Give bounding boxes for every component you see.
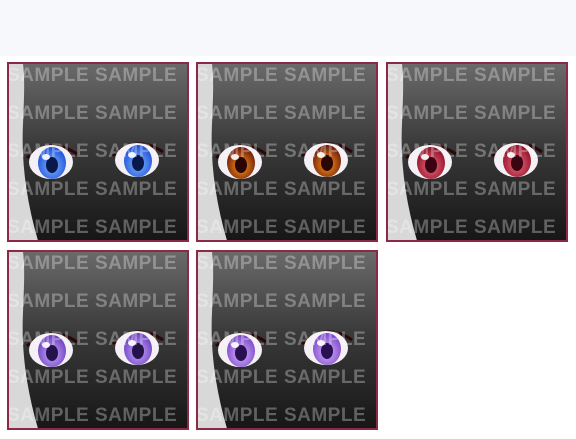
highlight (231, 342, 239, 348)
highlight (317, 152, 325, 158)
eye-thumbnail-grid: SAMPLE SAMPLE SAMPLE SAMPLE SAMPLE SAMPLE S… (0, 0, 576, 439)
eye-thumbnail[interactable]: SAMPLE SAMPLE SAMPLE SAMPLE SAMPLE SAMPLE S… (7, 250, 189, 430)
eye-illustration (198, 64, 376, 240)
highlight (231, 154, 239, 160)
eye-illustration (9, 64, 187, 240)
highlight (42, 154, 50, 160)
highlight (128, 152, 136, 158)
eye-illustration (9, 252, 187, 428)
highlight (507, 152, 515, 158)
highlight (42, 342, 50, 348)
eye-illustration (388, 64, 566, 240)
eye-thumbnail[interactable]: SAMPLE SAMPLE SAMPLE SAMPLE SAMPLE SAMPLE S… (386, 62, 568, 242)
highlight (128, 340, 136, 346)
eye-thumbnail[interactable]: SAMPLE SAMPLE SAMPLE SAMPLE SAMPLE SAMPLE S… (196, 250, 378, 430)
highlight (421, 154, 429, 160)
eye-illustration (198, 252, 376, 428)
eye-thumbnail[interactable]: SAMPLE SAMPLE SAMPLE SAMPLE SAMPLE SAMPLE S… (196, 62, 378, 242)
highlight (317, 340, 325, 346)
eye-thumbnail[interactable]: SAMPLE SAMPLE SAMPLE SAMPLE SAMPLE SAMPLE S… (7, 62, 189, 242)
